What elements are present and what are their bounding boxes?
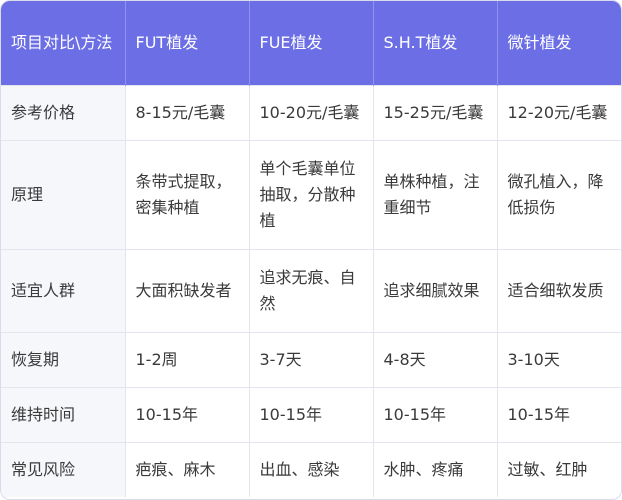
table-cell: 适合细软发质: [497, 249, 621, 333]
table-row-principle: 原理 条带式提取，密集种植 单个毛囊单位抽取，分散种植 单株种植，注重细节 微孔…: [1, 140, 621, 250]
row-label-duration: 维持时间: [1, 387, 126, 443]
row-label-suitable: 适宜人群: [1, 249, 126, 333]
table-cell: 单株种植，注重细节: [373, 140, 498, 250]
table-cell: 条带式提取，密集种植: [125, 140, 250, 250]
table-cell: 3-7天: [249, 332, 374, 388]
table-cell: 12-20元/毛囊: [497, 85, 621, 141]
table-cell: 10-15年: [497, 387, 621, 443]
hair-transplant-comparison-table: 项目对比\方法 FUT植发 FUE植发 S.H.T植发 微针植发 参考价格 8-…: [1, 1, 621, 497]
table-cell: 10-15年: [249, 387, 374, 443]
table-cell: 出血、感染: [249, 442, 374, 497]
comparison-table-container: 项目对比\方法 FUT植发 FUE植发 S.H.T植发 微针植发 参考价格 8-…: [0, 0, 622, 500]
table-cell: 8-15元/毛囊: [125, 85, 250, 141]
header-fut: FUT植发: [125, 1, 250, 86]
table-row-recovery: 恢复期 1-2周 3-7天 4-8天 3-10天: [1, 332, 621, 388]
table-cell: 微孔植入，降低损伤: [497, 140, 621, 250]
table-cell: 15-25元/毛囊: [373, 85, 498, 141]
table-cell: 单个毛囊单位抽取，分散种植: [249, 140, 374, 250]
table-cell: 水肿、疼痛: [373, 442, 498, 497]
table-cell: 3-10天: [497, 332, 621, 388]
table-cell: 追求细腻效果: [373, 249, 498, 333]
header-corner-cell: 项目对比\方法: [1, 1, 126, 86]
table-cell: 4-8天: [373, 332, 498, 388]
header-microneedle: 微针植发: [497, 1, 621, 86]
row-label-principle: 原理: [1, 140, 126, 250]
table-row-duration: 维持时间 10-15年 10-15年 10-15年 10-15年: [1, 387, 621, 443]
table-cell: 追求无痕、自然: [249, 249, 374, 333]
table-row-suitable: 适宜人群 大面积缺发者 追求无痕、自然 追求细腻效果 适合细软发质: [1, 249, 621, 333]
row-label-recovery: 恢复期: [1, 332, 126, 388]
table-row-price: 参考价格 8-15元/毛囊 10-20元/毛囊 15-25元/毛囊 12-20元…: [1, 85, 621, 141]
header-fue: FUE植发: [249, 1, 374, 86]
table-cell: 大面积缺发者: [125, 249, 250, 333]
header-sht: S.H.T植发: [373, 1, 498, 86]
table-cell: 疤痕、麻木: [125, 442, 250, 497]
table-cell: 10-15年: [125, 387, 250, 443]
table-row-risks: 常见风险 疤痕、麻木 出血、感染 水肿、疼痛 过敏、红肿: [1, 442, 621, 497]
table-header-row: 项目对比\方法 FUT植发 FUE植发 S.H.T植发 微针植发: [1, 1, 621, 86]
row-label-price: 参考价格: [1, 85, 126, 141]
table-cell: 10-20元/毛囊: [249, 85, 374, 141]
row-label-risks: 常见风险: [1, 442, 126, 497]
table-cell: 过敏、红肿: [497, 442, 621, 497]
table-cell: 10-15年: [373, 387, 498, 443]
table-cell: 1-2周: [125, 332, 250, 388]
